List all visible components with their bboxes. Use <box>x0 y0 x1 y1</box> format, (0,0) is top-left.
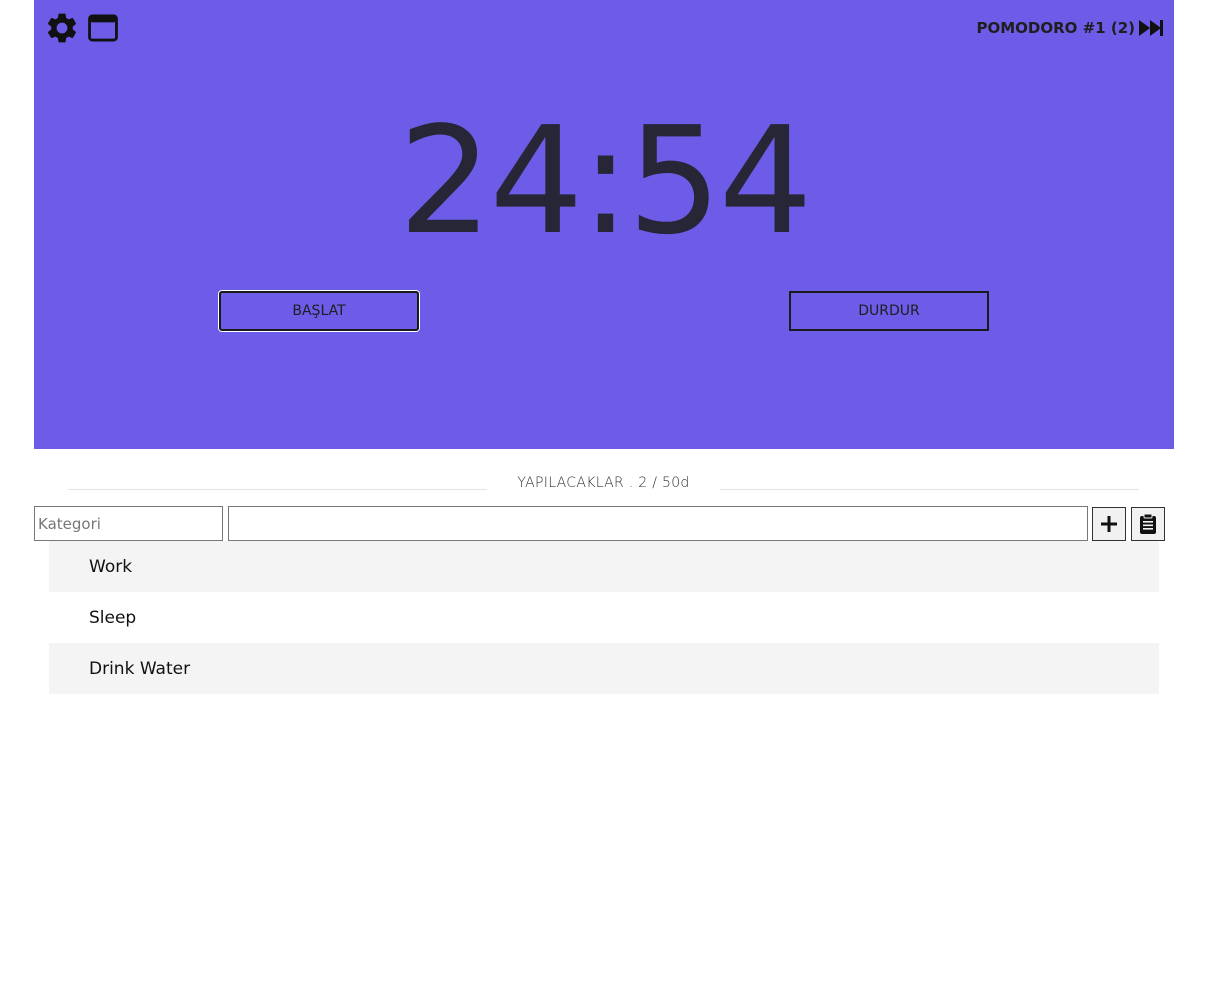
start-button[interactable]: BAŞLAT <box>219 291 419 331</box>
list-item[interactable]: Drink Water <box>49 643 1159 694</box>
plus-icon <box>1101 516 1117 532</box>
clipboard-icon <box>1140 513 1156 534</box>
list-item[interactable]: Sleep <box>49 592 1159 643</box>
gear-icon[interactable] <box>44 10 80 46</box>
pomodoro-label: POMODORO #1 (2) <box>976 19 1135 37</box>
todo-list: Work Sleep Drink Water <box>49 541 1159 694</box>
list-item[interactable]: Work <box>49 541 1159 592</box>
category-input[interactable] <box>34 506 223 541</box>
add-task-button[interactable] <box>1092 507 1126 541</box>
todo-header: YAPILACAKLAR . 2 / 50d <box>68 472 1139 496</box>
stop-button[interactable]: DURDUR <box>789 291 989 331</box>
window-icon[interactable] <box>86 11 120 45</box>
fast-forward-icon[interactable] <box>1138 18 1164 38</box>
task-input[interactable] <box>228 506 1088 541</box>
paste-tasks-button[interactable] <box>1131 507 1165 541</box>
timer-panel: POMODORO #1 (2) 24:54 BAŞLAT DURDUR <box>34 0 1174 449</box>
timer-display: 24:54 <box>398 95 813 267</box>
todo-input-row <box>34 506 1174 541</box>
divider <box>720 489 1139 490</box>
pomodoro-counter: POMODORO #1 (2) <box>976 18 1164 38</box>
